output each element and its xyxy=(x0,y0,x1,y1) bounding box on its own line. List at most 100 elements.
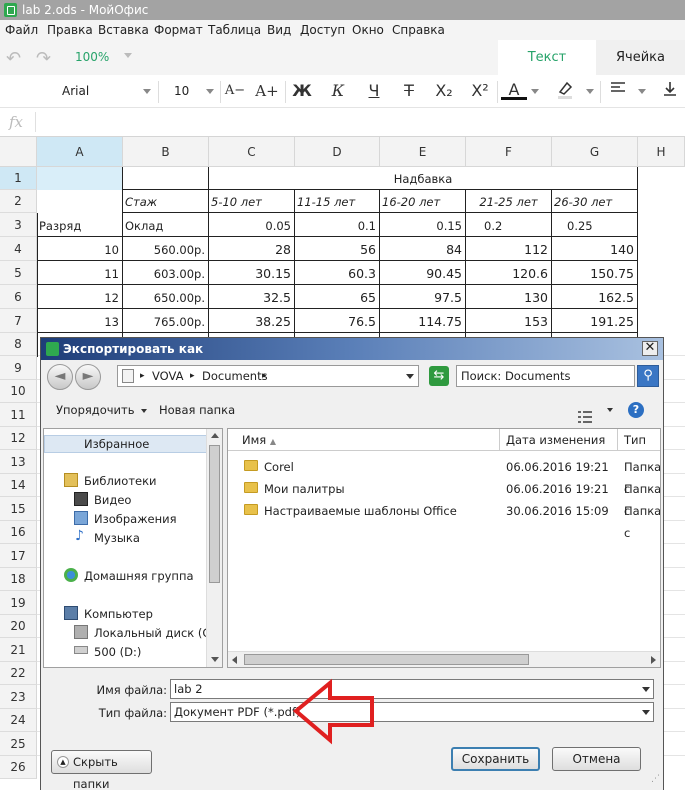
row-header-6[interactable]: 6 xyxy=(0,285,37,309)
row-header-3[interactable]: 3 xyxy=(0,213,37,237)
menu-access[interactable]: Доступ xyxy=(300,20,345,40)
cell-c4[interactable]: 28 xyxy=(209,239,291,261)
column-header-g[interactable]: G xyxy=(552,137,638,167)
cell-g4[interactable]: 140 xyxy=(552,239,634,261)
cell-f5[interactable]: 120.6 xyxy=(466,263,548,285)
menu-file[interactable]: Файл xyxy=(5,20,38,40)
column-header-h[interactable]: H xyxy=(638,137,685,167)
view-options-icon[interactable] xyxy=(577,404,593,423)
scroll-up-icon[interactable] xyxy=(211,433,219,438)
cell-d6[interactable]: 65 xyxy=(295,287,376,309)
column-header-d[interactable]: D xyxy=(295,137,380,167)
scroll-right-icon[interactable] xyxy=(651,656,656,664)
breadcrumb-sep-icon[interactable]: ▸ xyxy=(190,366,195,386)
row-header-21[interactable]: 21 xyxy=(0,638,37,662)
row-header-11[interactable]: 11 xyxy=(0,403,37,427)
cell-g6[interactable]: 162.5 xyxy=(552,287,634,309)
zoom-dropdown-icon[interactable] xyxy=(124,53,132,58)
resize-grip-icon[interactable]: ⋰ xyxy=(651,774,661,784)
undo-icon[interactable]: ↶ xyxy=(6,48,26,69)
file-hscrollbar[interactable] xyxy=(228,651,660,667)
row-header-24[interactable]: 24 xyxy=(0,709,37,732)
subscript-icon[interactable]: X₂ xyxy=(431,80,457,102)
cell-b4[interactable]: 560.00р. xyxy=(123,239,205,261)
align-dropdown-icon[interactable] xyxy=(638,89,646,94)
redo-icon[interactable]: ↷ xyxy=(36,48,56,69)
cell-f6[interactable]: 130 xyxy=(466,287,548,309)
cell-d3[interactable]: 0.1 xyxy=(295,215,376,237)
row-header-8[interactable]: 8 xyxy=(0,333,37,356)
nav-favorites[interactable]: Избранное xyxy=(84,436,149,452)
column-header-f[interactable]: F xyxy=(466,137,552,167)
row-header-2[interactable]: 2 xyxy=(0,190,37,213)
menu-view[interactable]: Вид xyxy=(267,20,291,40)
cell-f4[interactable]: 112 xyxy=(466,239,548,261)
cell-e7[interactable]: 114.75 xyxy=(380,311,462,333)
cell-b6[interactable]: 650.00р. xyxy=(123,287,205,309)
back-arrow-icon[interactable]: ◄ xyxy=(47,364,73,390)
help-icon[interactable]: ? xyxy=(628,402,644,418)
path-dropdown-icon[interactable] xyxy=(406,374,414,379)
cell-a7[interactable]: 13 xyxy=(37,311,119,333)
align-left-icon[interactable] xyxy=(605,80,631,102)
save-button[interactable]: Сохранить xyxy=(451,747,540,771)
row-header-20[interactable]: 20 xyxy=(0,615,37,638)
cell-e6[interactable]: 97.5 xyxy=(380,287,462,309)
filetype-dropdown-icon[interactable] xyxy=(642,710,650,715)
cell-b2[interactable]: Стаж xyxy=(125,191,207,213)
menu-insert[interactable]: Вставка xyxy=(98,20,149,40)
forward-arrow-icon[interactable]: ► xyxy=(75,364,101,390)
cell-a6[interactable]: 12 xyxy=(37,287,119,309)
row-header-26[interactable]: 26 xyxy=(0,756,37,779)
cell-c5[interactable]: 30.15 xyxy=(209,263,291,285)
underline-icon[interactable]: Ч xyxy=(361,80,387,102)
row-header-15[interactable]: 15 xyxy=(0,497,37,521)
superscript-icon[interactable]: X² xyxy=(467,80,493,102)
hide-folders-button[interactable]: ▲ Скрыть папки xyxy=(51,750,152,791)
column-header-e[interactable]: E xyxy=(380,137,466,167)
italic-icon[interactable]: К xyxy=(325,80,351,102)
nav-images[interactable]: Изображения xyxy=(94,511,177,527)
menu-window[interactable]: Окно xyxy=(352,20,384,40)
menu-edit[interactable]: Правка xyxy=(47,20,93,40)
cell-f7[interactable]: 153 xyxy=(466,311,548,333)
cell-b3[interactable]: Оклад xyxy=(125,215,207,237)
column-date[interactable]: Дата изменения xyxy=(500,429,618,451)
bold-icon[interactable]: Ж xyxy=(289,80,315,102)
cell-f2[interactable]: 21-25 лет xyxy=(466,191,551,213)
nav-music[interactable]: Музыка xyxy=(94,530,140,546)
breadcrumb-vova[interactable]: VOVA xyxy=(152,366,184,386)
row-header-12[interactable]: 12 xyxy=(0,427,37,450)
row-header-22[interactable]: 22 xyxy=(0,662,37,685)
cell-e2[interactable]: 16-20 лет xyxy=(382,191,464,213)
cell-f3[interactable]: 0.2 xyxy=(484,215,544,237)
row-header-16[interactable]: 16 xyxy=(0,521,37,544)
nav-drive-d[interactable]: 500 (D:) xyxy=(94,644,141,660)
breadcrumb-sep-icon[interactable]: ▸ xyxy=(140,366,145,386)
cell-e4[interactable]: 84 xyxy=(380,239,462,261)
highlight-icon[interactable] xyxy=(552,80,578,102)
nav-local-disk[interactable]: Локальный диск (C:) xyxy=(94,625,219,641)
cell-g2[interactable]: 26-30 лет xyxy=(554,191,636,213)
cell-a3[interactable]: Разряд xyxy=(39,215,121,237)
align-bottom-icon[interactable] xyxy=(657,80,683,102)
column-header-b[interactable]: B xyxy=(123,137,209,167)
breadcrumb-documents[interactable]: Documents xyxy=(202,366,268,386)
search-input[interactable]: Поиск: Documents xyxy=(456,365,635,387)
font-name-select[interactable]: Arial xyxy=(62,84,89,98)
column-type[interactable]: Тип xyxy=(618,429,660,451)
cell-e5[interactable]: 90.45 xyxy=(380,263,462,285)
column-header-c[interactable]: C xyxy=(209,137,295,167)
font-dropdown-icon[interactable] xyxy=(143,89,151,94)
row-header-18[interactable]: 18 xyxy=(0,568,37,591)
row-header-19[interactable]: 19 xyxy=(0,591,37,615)
font-size-select[interactable]: 10 xyxy=(174,84,189,98)
file-row[interactable]: Настраиваемые шаблоны Office 30.06.2016 … xyxy=(228,500,660,540)
file-scroll-thumb[interactable] xyxy=(244,654,529,665)
new-folder-button[interactable]: Новая папка xyxy=(159,395,235,425)
menu-table[interactable]: Таблица xyxy=(208,20,261,40)
nav-scrollbar[interactable] xyxy=(206,429,222,667)
size-dropdown-icon[interactable] xyxy=(206,89,214,94)
close-icon[interactable]: ✕ xyxy=(642,341,658,356)
row-header-5[interactable]: 5 xyxy=(0,261,37,285)
